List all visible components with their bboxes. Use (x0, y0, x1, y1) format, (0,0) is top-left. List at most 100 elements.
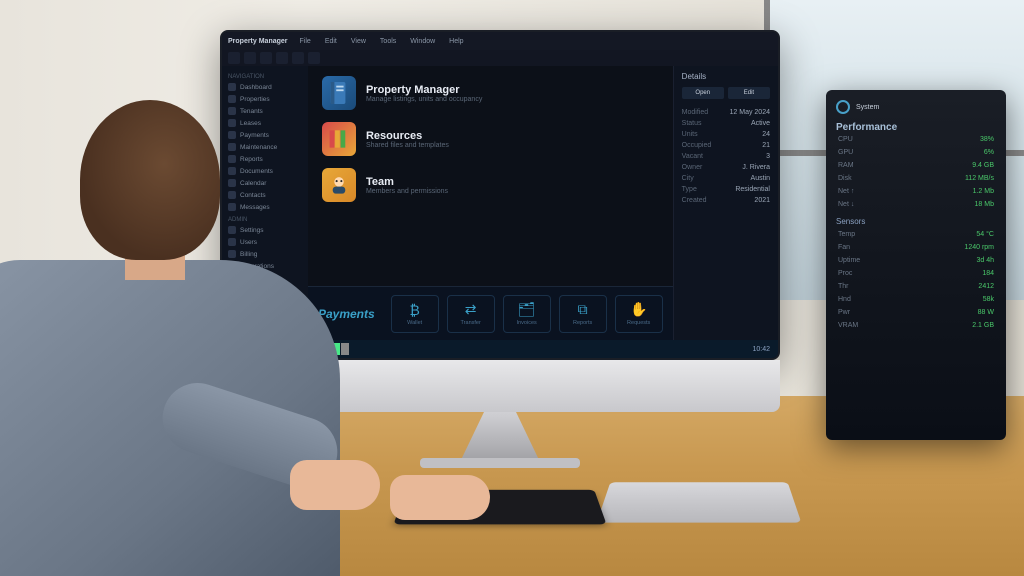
details-row-key: City (682, 175, 694, 182)
details-row: Occupied 21 (682, 140, 770, 151)
tower-metric-row: Net ↑1.2 Mb (836, 185, 996, 198)
tower-metric-label: Thr (838, 283, 849, 290)
card-title: Property Manager (366, 84, 482, 96)
sidebar-item-icon (228, 83, 236, 91)
details-row-key: Occupied (682, 142, 712, 149)
details-row: Owner J. Rivera (682, 162, 770, 173)
details-row: Units24 (682, 129, 770, 140)
tower-metric-row: Thr 2412 (836, 280, 996, 293)
details-date-value: 12 May 2024 (730, 109, 770, 116)
tower-metric-row: Pwr88 W (836, 306, 996, 319)
sidebar-item-dashboard[interactable]: Dashboard (222, 81, 308, 93)
tower-metric-row: Net ↓18 Mb (836, 198, 996, 211)
toolbar-button[interactable] (228, 52, 240, 64)
tower-brand: System (856, 104, 879, 111)
card-subtitle: Manage listings, units and occupancy (366, 96, 482, 103)
tower-metric-row: Proc 184 (836, 267, 996, 280)
app-bottombar: Payments ₿ Wallet ⇄Transfer 🗂 Invoices ⧉Repor… (308, 286, 673, 340)
toolbar-button[interactable] (260, 52, 272, 64)
bottombar-primary-label[interactable]: Payments (318, 307, 375, 321)
bottombar-tile-invoices[interactable]: 🗂 Invoices (503, 295, 551, 333)
bottombar-tile-wallet[interactable]: ₿ Wallet (391, 295, 439, 333)
bottombar-tile-transfer[interactable]: ⇄Transfer (447, 295, 495, 333)
card-property-manager[interactable]: Property ManagerManage listings, units a… (322, 76, 659, 110)
details-edit-button[interactable]: Edit (728, 87, 770, 99)
details-row-key: Vacant (682, 153, 703, 160)
tower-metric-label: Net ↑ (838, 188, 854, 195)
wallet-icon: ₿ (409, 302, 419, 318)
card-team[interactable]: TeamMembers and permissions (322, 168, 659, 202)
card-subtitle: Shared files and templates (366, 142, 449, 149)
tower-section-label: Sensors (836, 217, 996, 226)
details-panel: Details Open Edit Modified 12 May 2024 S… (673, 66, 778, 340)
sidebar-item-label: Tenants (240, 108, 263, 115)
app-toolbar (222, 50, 778, 66)
tower-metric-value: 58k (983, 296, 994, 303)
invoices-icon: 🗂 (518, 301, 536, 318)
menu-window[interactable]: Window (406, 36, 439, 47)
menu-edit[interactable]: Edit (321, 36, 341, 47)
details-row: Vacant3 (682, 151, 770, 162)
bottombar-tile-label: Transfer (461, 320, 481, 326)
tower-metric-label: VRAM (838, 322, 858, 329)
tower-metric-row: Uptime3d 4h (836, 254, 996, 267)
tower-metric-label: GPU (838, 149, 853, 156)
details-row: StatusActive (682, 118, 770, 129)
menu-tools[interactable]: Tools (376, 36, 400, 47)
app-main: Property ManagerManage listings, units a… (308, 66, 673, 340)
app-titlebar: Property Manager File Edit View Tools Window… (222, 32, 778, 50)
app-name: Property Manager (228, 38, 288, 45)
toolbar-button[interactable] (292, 52, 304, 64)
bottombar-tile-label: Invoices (517, 320, 537, 326)
bottombar-tile-reports[interactable]: ⧉Reports (559, 295, 607, 333)
details-row: Created2021 (682, 195, 770, 206)
details-title: Details (682, 72, 770, 81)
toolbar-button[interactable] (244, 52, 256, 64)
details-row-value: 21 (762, 142, 770, 149)
card-title: Resources (366, 130, 449, 142)
team-icon (322, 168, 356, 202)
menu-help[interactable]: Help (445, 36, 467, 47)
sidebar-item-tenants[interactable]: Tenants (222, 105, 308, 117)
gauge-icon (836, 100, 850, 114)
tower-metric-row: Disk112 MB/s (836, 172, 996, 185)
resources-icon (322, 122, 356, 156)
tower-metric-row: Hnd 58k (836, 293, 996, 306)
toolbar-button[interactable] (308, 52, 320, 64)
details-row-key: Type (682, 186, 697, 193)
tower-metric-label: Disk (838, 175, 852, 182)
sidebar-item-icon (228, 107, 236, 115)
tower-metric-value: 184 (982, 270, 994, 277)
menu-view[interactable]: View (347, 36, 370, 47)
taskbar-clock[interactable]: 10:42 (752, 346, 774, 353)
tower-metric-row: RAM9.4 GB (836, 159, 996, 172)
tower-metric-row: Temp 54 °C (836, 228, 996, 241)
bottombar-tile-requests[interactable]: ✋Requests (615, 295, 663, 333)
toolbar-button[interactable] (276, 52, 288, 64)
bottombar-tile-label: Wallet (407, 320, 422, 326)
details-open-button[interactable]: Open (682, 87, 724, 99)
card-resources[interactable]: ResourcesShared files and templates (322, 122, 659, 156)
tower-metric-row: GPU 6% (836, 146, 996, 159)
imac-stand (460, 412, 540, 462)
reports-icon: ⧉ (578, 301, 588, 318)
tower-metric-row: VRAM2.1 GB (836, 319, 996, 332)
tower-metric-label: Hnd (838, 296, 851, 303)
tower-metric-value: 18 Mb (975, 201, 994, 208)
tower-metric-value: 6% (984, 149, 994, 156)
details-row-value: Residential (735, 186, 770, 193)
tower-metric-label: Proc (838, 270, 852, 277)
tower-metric-value: 2412 (978, 283, 994, 290)
details-row-value: J. Rivera (742, 164, 770, 171)
tower-metric-value: 9.4 GB (972, 162, 994, 169)
tower-metric-value: 1240 rpm (964, 244, 994, 251)
tower-metric-label: Temp (838, 231, 855, 238)
details-row-key: Owner (682, 164, 703, 171)
closed-laptop (597, 482, 802, 522)
tower-metric-label: CPU (838, 136, 853, 143)
sidebar-item-properties[interactable]: Properties (222, 93, 308, 105)
menu-file[interactable]: File (296, 36, 315, 47)
details-row-value: Austin (751, 175, 770, 182)
tower-metric-label: Pwr (838, 309, 850, 316)
tower-metric-value: 54 °C (976, 231, 994, 238)
